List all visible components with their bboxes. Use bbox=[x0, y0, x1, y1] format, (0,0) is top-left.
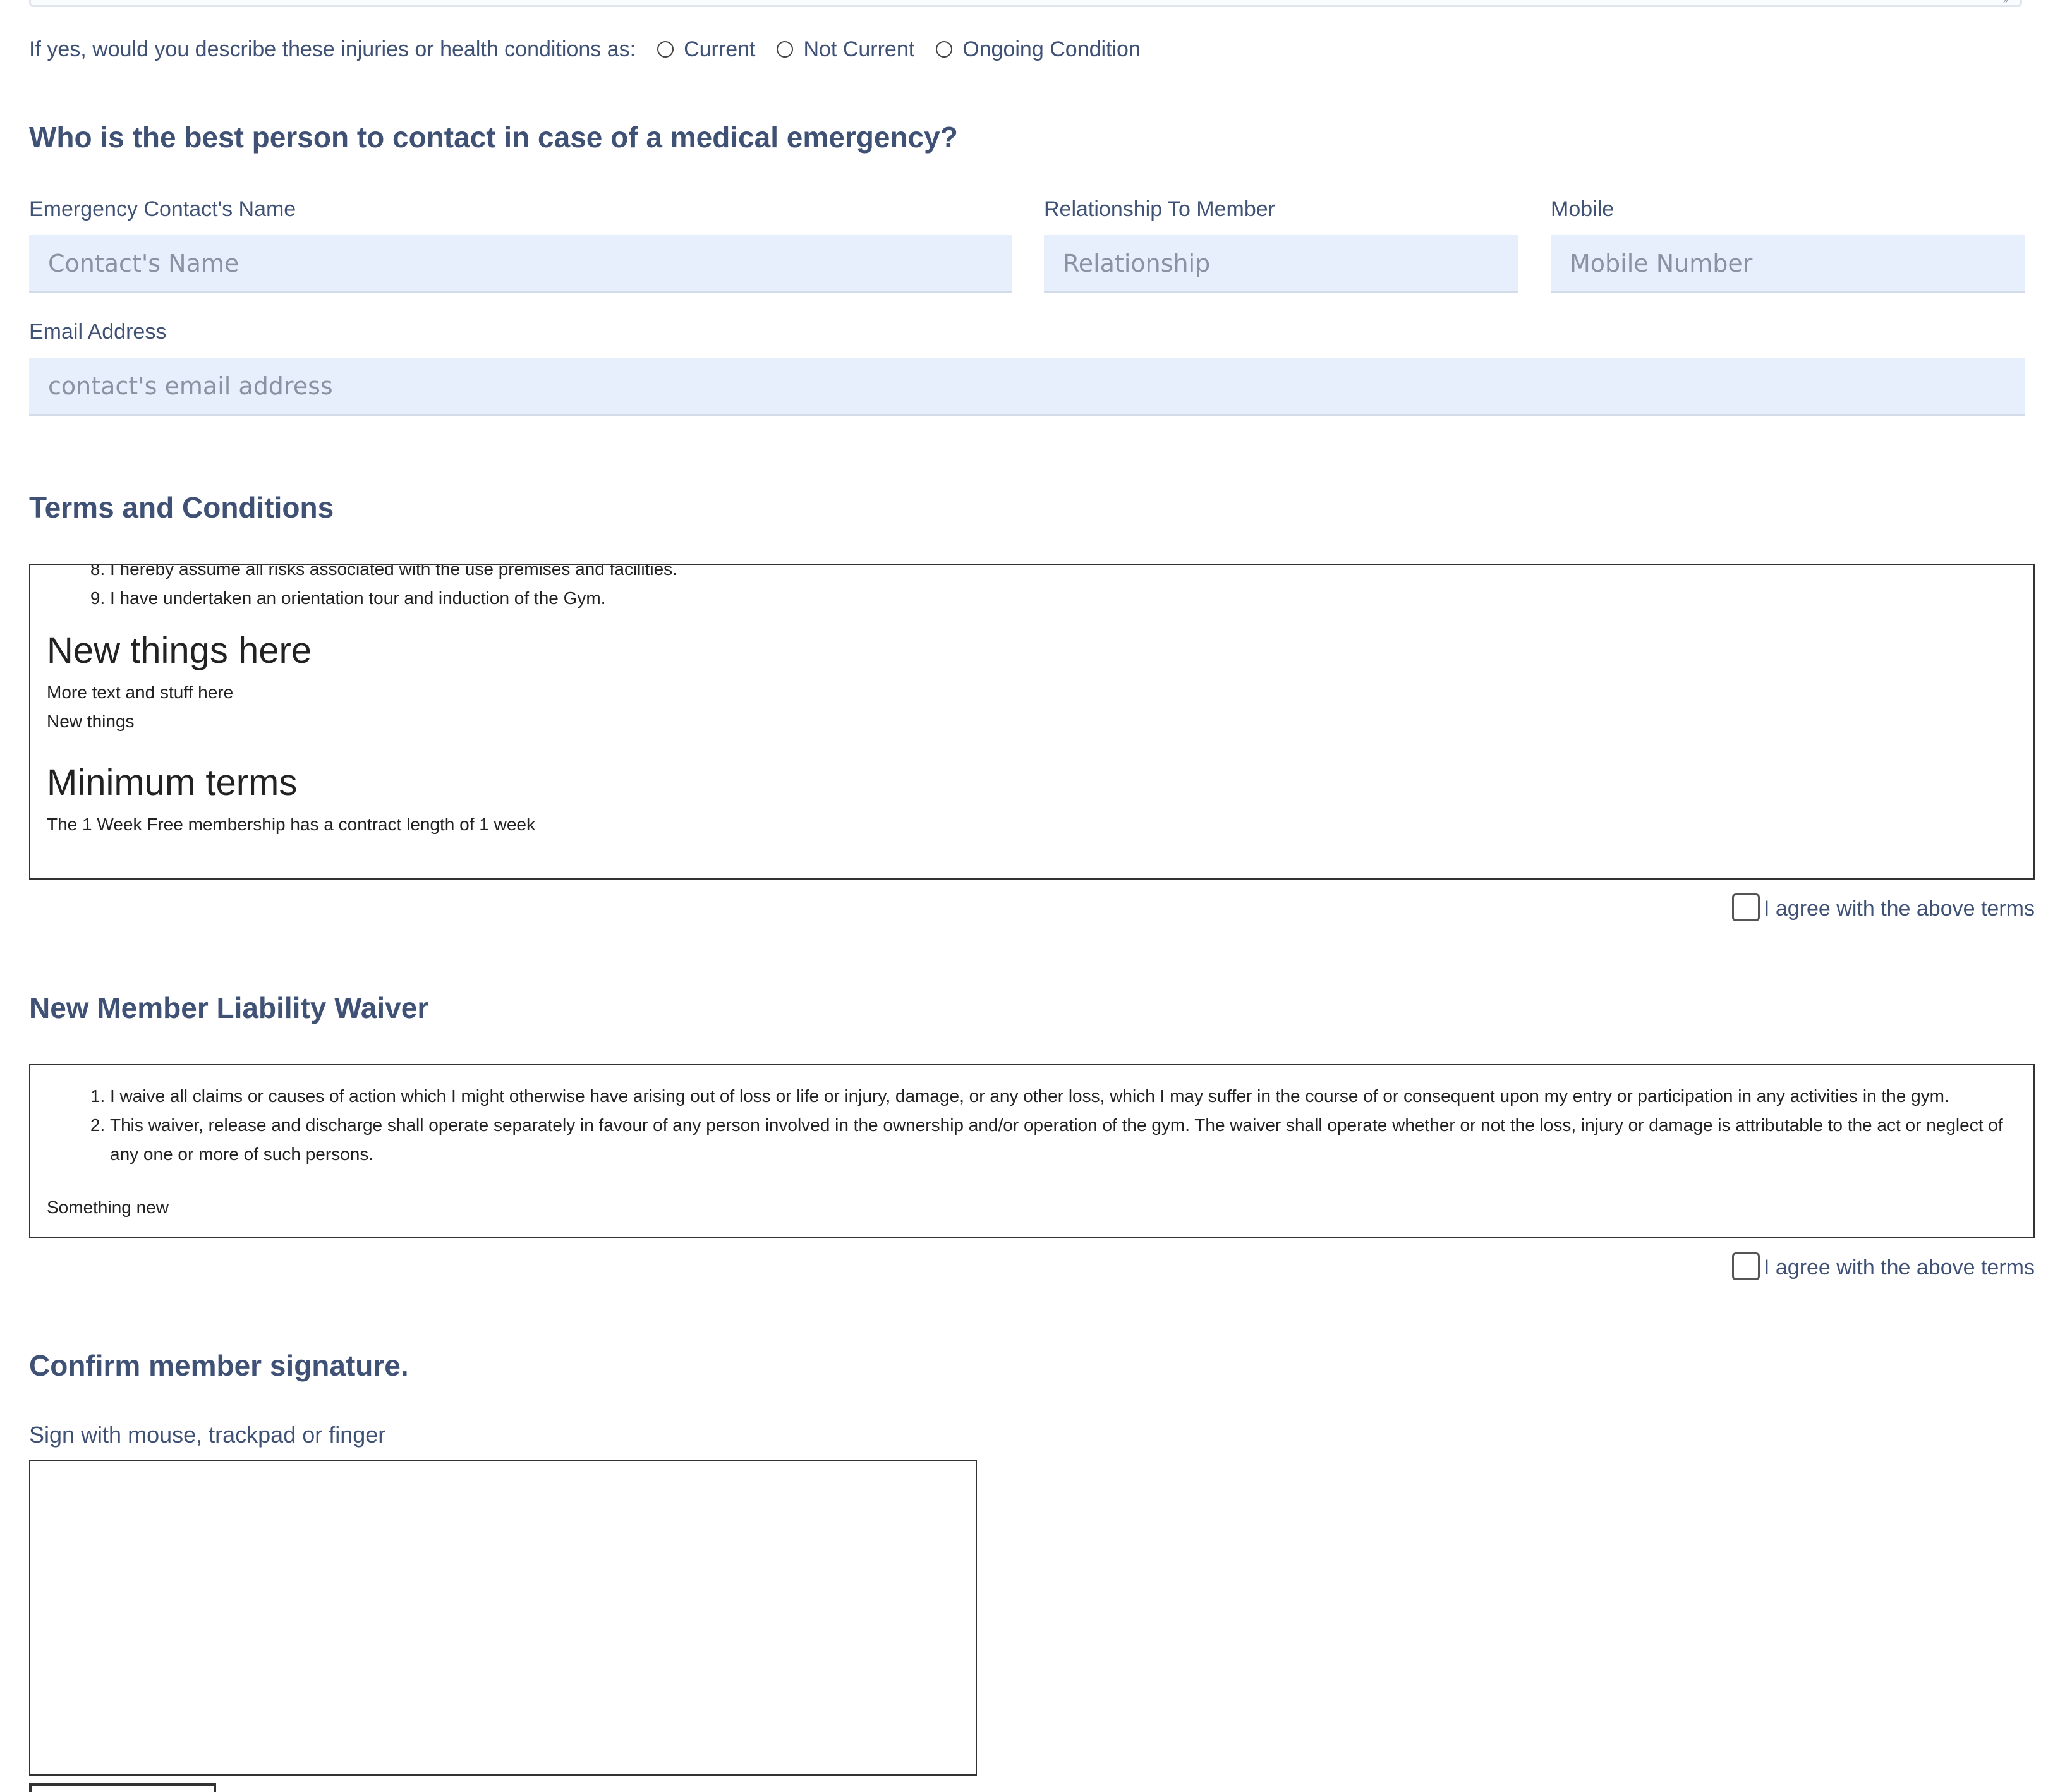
clear-signature-button[interactable] bbox=[29, 1783, 216, 1792]
radio-circle-icon[interactable] bbox=[657, 41, 674, 58]
terms-item: I have undertaken an orientation tour an… bbox=[110, 584, 2017, 613]
terms-agree-label: I agree with the above terms bbox=[1763, 897, 2035, 921]
injury-condition-question: If yes, would you describe these injurie… bbox=[29, 37, 636, 61]
terms-list: I hereby assume all risks associated wit… bbox=[30, 565, 2017, 613]
waiver-scroll-box[interactable]: I waive all claims or causes of action w… bbox=[29, 1064, 2035, 1238]
waiver-agree-checkbox[interactable] bbox=[1731, 1252, 1760, 1280]
waiver-item: I waive all claims or causes of action w… bbox=[110, 1082, 2017, 1111]
emergency-name-label: Emergency Contact's Name bbox=[29, 197, 296, 221]
email-input[interactable] bbox=[29, 358, 2025, 416]
mobile-label: Mobile bbox=[1551, 197, 1615, 221]
radio-circle-icon[interactable] bbox=[936, 41, 953, 58]
radio-label-ongoing-condition: Ongoing Condition bbox=[962, 37, 1141, 61]
terms-new-line: More text and stuff here bbox=[47, 682, 234, 702]
waiver-agree-label: I agree with the above terms bbox=[1763, 1256, 2035, 1280]
mobile-input[interactable] bbox=[1551, 235, 2025, 293]
terms-minimum-heading: Minimum terms bbox=[47, 762, 298, 803]
email-label: Email Address bbox=[29, 320, 167, 344]
terms-minimum-text: The 1 Week Free membership has a contrac… bbox=[47, 814, 535, 834]
member-signup-form: ∕∕ If yes, would you describe these inju… bbox=[0, 0, 2060, 1792]
waiver-content: I waive all claims or causes of action w… bbox=[30, 1082, 2033, 1222]
radio-circle-icon[interactable] bbox=[777, 41, 794, 58]
terms-agree-checkbox-row[interactable]: I agree with the above terms bbox=[1731, 893, 2035, 921]
relationship-label: Relationship To Member bbox=[1044, 197, 1275, 221]
signature-pad[interactable] bbox=[29, 1460, 977, 1776]
radio-not-current[interactable]: Not Current bbox=[777, 37, 914, 62]
terms-content: I hereby assume all risks associated wit… bbox=[30, 565, 2033, 839]
radio-ongoing-condition[interactable]: Ongoing Condition bbox=[936, 37, 1141, 62]
waiver-item: This waiver, release and discharge shall… bbox=[110, 1111, 2017, 1169]
terms-scroll-box[interactable]: I hereby assume all risks associated wit… bbox=[29, 564, 2035, 880]
radio-current[interactable]: Current bbox=[657, 37, 755, 62]
waiver-agree-checkbox-row[interactable]: I agree with the above terms bbox=[1731, 1252, 2035, 1280]
injury-condition-radio-group: If yes, would you describe these injurie… bbox=[29, 33, 1162, 66]
waiver-list: I waive all claims or causes of action w… bbox=[30, 1082, 2017, 1169]
radio-label-not-current: Not Current bbox=[803, 37, 915, 61]
health-conditions-textarea[interactable]: ∕∕ bbox=[29, 0, 2022, 7]
terms-new-line: New things bbox=[47, 711, 135, 731]
waiver-heading: New Member Liability Waiver bbox=[29, 991, 429, 1024]
signature-heading: Confirm member signature. bbox=[29, 1349, 409, 1382]
radio-label-current: Current bbox=[684, 37, 756, 61]
waiver-extra-text: Something new bbox=[47, 1197, 169, 1217]
terms-item: I hereby assume all risks associated wit… bbox=[110, 565, 2017, 584]
resize-grip-icon[interactable]: ∕∕ bbox=[2006, 0, 2010, 5]
terms-heading: Terms and Conditions bbox=[29, 491, 334, 524]
emergency-contact-heading: Who is the best person to contact in cas… bbox=[29, 121, 958, 154]
signature-instruction: Sign with mouse, trackpad or finger bbox=[29, 1422, 386, 1448]
relationship-input[interactable] bbox=[1044, 235, 1518, 293]
terms-new-heading: New things here bbox=[47, 630, 312, 671]
emergency-name-input[interactable] bbox=[29, 235, 1012, 293]
terms-agree-checkbox[interactable] bbox=[1731, 893, 1760, 921]
